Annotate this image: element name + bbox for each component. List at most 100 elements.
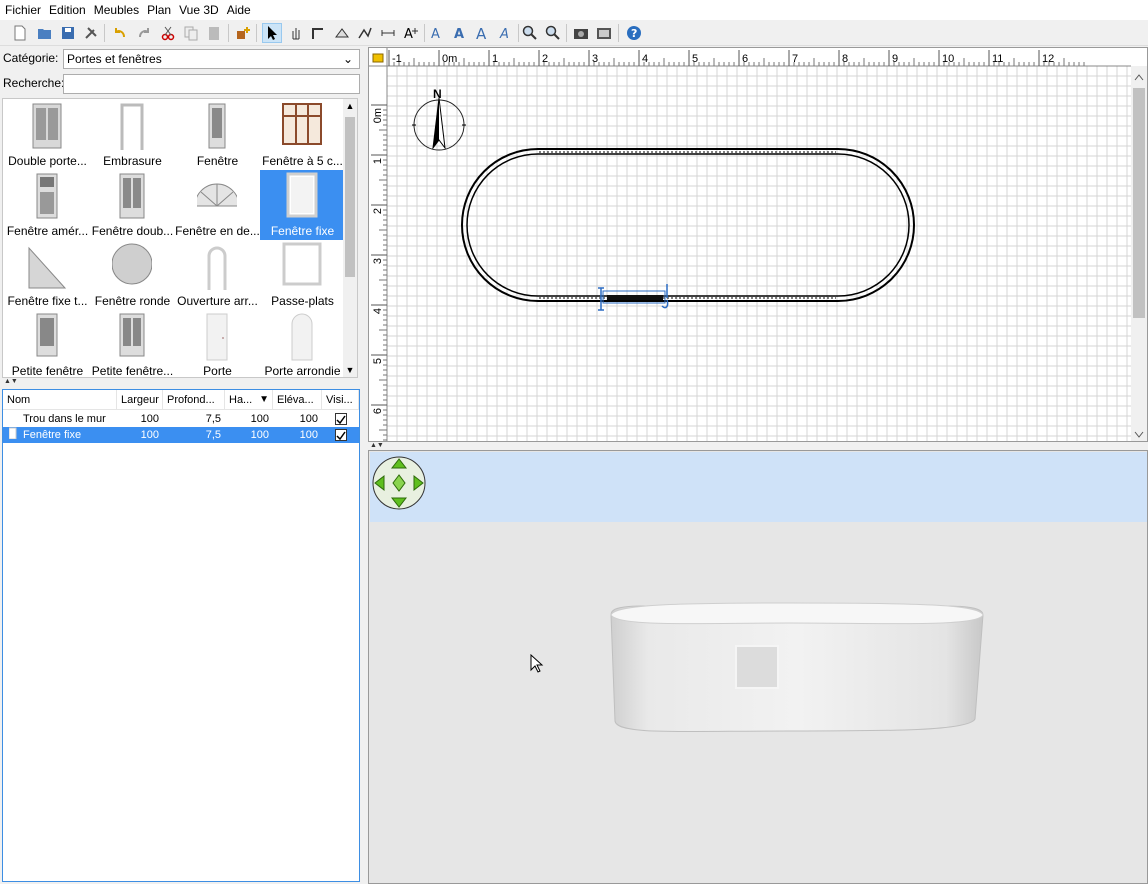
small-window-icon xyxy=(27,312,67,362)
catalog-item[interactable]: Fenêtre fixe t... xyxy=(5,240,90,310)
column-header-visible[interactable]: Visi... xyxy=(322,390,359,410)
catalog-item[interactable]: Fenêtre doub... xyxy=(90,170,175,240)
column-header-name[interactable]: Nom xyxy=(3,390,117,410)
catalog-item-label: Double porte... xyxy=(8,154,87,168)
column-header-height[interactable]: Ha... ▼ xyxy=(225,390,273,410)
open-file-icon[interactable] xyxy=(35,23,55,43)
add-text-icon[interactable]: A xyxy=(401,23,421,43)
round-window-icon xyxy=(111,242,153,292)
category-select[interactable]: Portes et fenêtres ⌄ xyxy=(63,49,360,69)
table-cell-elevation: 100 xyxy=(299,413,318,425)
menu-plan[interactable]: Plan xyxy=(144,0,174,20)
zoom-out-icon[interactable] xyxy=(543,23,563,43)
view-3d[interactable] xyxy=(368,450,1148,884)
menu-vue-3d[interactable]: Vue 3D xyxy=(176,0,222,20)
redo-icon[interactable] xyxy=(134,23,154,43)
fixed-window-icon xyxy=(282,172,322,222)
text-style-icon[interactable]: A xyxy=(427,23,447,43)
catalog-item[interactable]: Porte xyxy=(175,310,260,378)
ruler-x-label: 7 xyxy=(792,53,798,65)
column-header-elevation[interactable]: Eléva... xyxy=(273,390,322,410)
text-bold-icon[interactable]: A xyxy=(450,23,470,43)
catalog-scroll-thumb[interactable] xyxy=(345,117,355,277)
undo-icon[interactable] xyxy=(110,23,130,43)
splitter-arrows-icon[interactable]: ▲▼ xyxy=(4,378,24,386)
search-input[interactable] xyxy=(63,74,360,94)
zoom-in-icon[interactable] xyxy=(520,23,540,43)
save-file-icon[interactable] xyxy=(58,23,78,43)
catalog-item[interactable]: Fenêtre à 5 c... xyxy=(260,100,345,170)
ruler-horizontal xyxy=(369,48,1147,66)
catalog-item-label: Fenêtre en de... xyxy=(175,224,260,238)
plan-grid xyxy=(386,65,1131,441)
catalog-item[interactable]: Double porte... xyxy=(5,100,90,170)
catalog-item[interactable]: Passe-plats xyxy=(260,240,345,310)
create-polylines-icon[interactable] xyxy=(355,23,375,43)
ruler-x-label: 3 xyxy=(592,53,598,65)
catalog-item[interactable]: Petite fenêtre xyxy=(5,310,90,378)
catalog-item[interactable]: Ouverture arr... xyxy=(175,240,260,310)
create-dimensions-icon[interactable] xyxy=(378,23,398,43)
column-header-depth[interactable]: Profond... xyxy=(163,390,225,410)
walls[interactable] xyxy=(461,148,915,302)
catalog-item[interactable]: Fenêtre amér... xyxy=(5,170,90,240)
text-italic-icon[interactable]: A xyxy=(496,23,516,43)
scroll-up-icon[interactable]: ▲ xyxy=(343,99,357,113)
catalog-item-label: Porte xyxy=(203,364,232,378)
text-increase-icon[interactable]: A xyxy=(473,23,493,43)
table-row[interactable]: Fenêtre fixe 100 7,5 100 100 xyxy=(3,427,359,443)
menu-meubles[interactable]: Meubles xyxy=(91,0,142,20)
visible-checkbox[interactable] xyxy=(335,413,347,425)
help-icon[interactable]: ? xyxy=(624,23,644,43)
table-cell-hauteur: 100 xyxy=(250,413,269,425)
plan-canvas[interactable]: -1 0m 1 2 3 4 5 6 7 8 9 10 11 120m123456N xyxy=(369,48,1147,441)
ruler-y-label: 0m xyxy=(372,108,384,123)
catalog-item-label: Fenêtre ronde xyxy=(94,294,171,308)
ruler-x-label: 2 xyxy=(542,53,548,65)
catalog-item[interactable]: Fenêtre en de... xyxy=(175,170,260,240)
triangle-window-icon xyxy=(27,242,67,292)
catalog-item[interactable]: Fenêtre xyxy=(175,100,260,170)
catalog-item-label: Fenêtre fixe t... xyxy=(7,294,88,308)
catalog-item[interactable]: Embrasure xyxy=(90,100,175,170)
copy-icon[interactable] xyxy=(181,23,201,43)
pan-mode-icon[interactable] xyxy=(286,23,306,43)
table-cell-hauteur: 100 xyxy=(250,429,269,441)
catalog-item-label: Petite fenêtre xyxy=(11,364,84,378)
catalog-item[interactable]: Porte arrondie xyxy=(260,310,345,378)
add-furniture-icon[interactable] xyxy=(233,23,253,43)
table-row[interactable]: Trou dans le mur 100 7,5 100 100 xyxy=(3,411,359,427)
navigation-bar xyxy=(370,452,1147,522)
five-pane-window-icon xyxy=(282,102,322,152)
table-cell-largeur: 100 xyxy=(140,429,159,441)
visible-checkbox[interactable] xyxy=(335,429,347,441)
paste-icon[interactable] xyxy=(204,23,224,43)
splitter-arrows-icon-2[interactable]: ▲▼ xyxy=(370,442,390,450)
menu-fichier[interactable]: Fichier xyxy=(2,0,44,20)
cut-icon[interactable] xyxy=(158,23,178,43)
catalog-item[interactable]: Fenêtre fixe xyxy=(260,170,345,240)
svg-text:A: A xyxy=(454,27,464,41)
menu-aide[interactable]: Aide xyxy=(224,0,254,20)
create-video-icon[interactable] xyxy=(594,23,614,43)
catalog-scrollbar[interactable]: ▲ ▼ xyxy=(343,99,357,377)
catalog-item-label: Porte arrondie xyxy=(264,364,341,378)
scroll-down-icon[interactable]: ▼ xyxy=(343,363,357,377)
catalog-item-label: Petite fenêtre... xyxy=(91,364,174,378)
create-rooms-icon[interactable] xyxy=(332,23,352,43)
navigation-arrows-icon[interactable] xyxy=(371,453,431,513)
plan-view[interactable]: -1 0m 1 2 3 4 5 6 7 8 9 10 11 12 0m 1 2 3 4 5 6 N xyxy=(368,47,1148,442)
catalog-item[interactable]: Petite fenêtre... xyxy=(90,310,175,378)
create-walls-icon[interactable] xyxy=(309,23,329,43)
catalog-item[interactable]: Fenêtre ronde xyxy=(90,240,175,310)
column-header-width[interactable]: Largeur xyxy=(117,390,163,410)
preferences-icon[interactable] xyxy=(81,23,101,43)
ruler-x-label: 10 xyxy=(942,53,954,65)
catalog-item-label: Fenêtre à 5 c... xyxy=(262,154,343,168)
new-file-icon[interactable] xyxy=(10,23,30,43)
create-photo-icon[interactable] xyxy=(571,23,591,43)
search-label: Recherche: xyxy=(3,76,65,90)
menu-edition[interactable]: Edition xyxy=(46,0,89,20)
select-mode-icon[interactable] xyxy=(262,23,282,43)
plan-scroll-thumb[interactable] xyxy=(1133,88,1145,318)
